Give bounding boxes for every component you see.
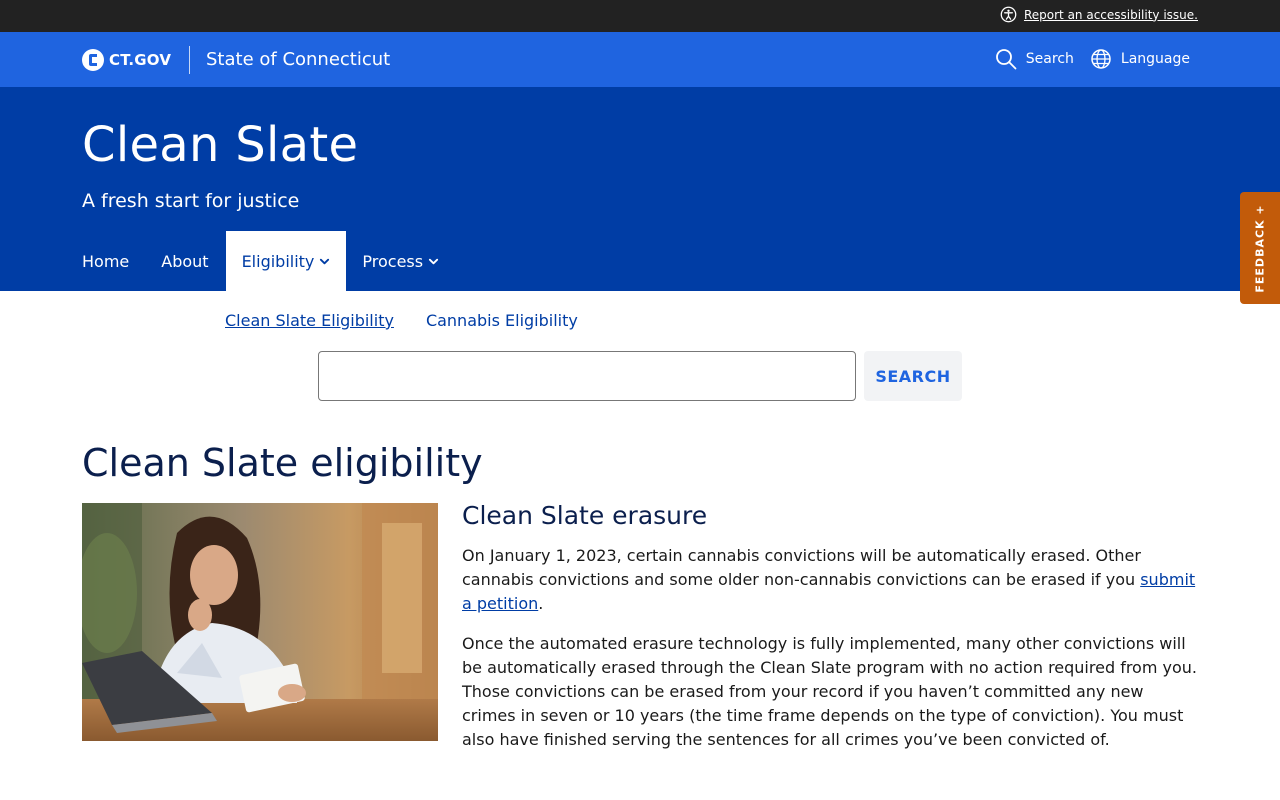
feedback-tab[interactable]: FEEDBACK + (1240, 192, 1280, 304)
site-search-button[interactable]: SEARCH (864, 351, 962, 401)
hero-banner: Clean Slate A fresh start for justice Ho… (0, 87, 1280, 291)
main-nav: Home About Eligibility Process (82, 231, 471, 291)
header-search-label: Search (1025, 51, 1074, 67)
search-icon (995, 49, 1017, 70)
header-search-button[interactable]: Search (995, 48, 1074, 70)
site-search-input[interactable] (318, 351, 856, 401)
nav-item-label: Home (82, 251, 130, 271)
para1-end: . (538, 594, 544, 613)
eligibility-subnav: Clean Slate Eligibility Cannabis Eligibi… (225, 311, 578, 330)
site-subtitle: A fresh start for justice (82, 190, 300, 212)
nav-item-about[interactable]: About (161, 231, 208, 291)
site-title[interactable]: Clean Slate (82, 117, 358, 173)
language-button[interactable]: Language (1090, 48, 1190, 70)
ct-logo-icon (82, 49, 104, 71)
nav-item-label: Process (362, 251, 424, 271)
nav-item-home[interactable]: Home (82, 231, 129, 291)
feedback-label: FEEDBACK + (1253, 203, 1267, 293)
header-divider (189, 46, 190, 74)
utility-bar: Report an accessibility issue. (0, 0, 1280, 32)
accessibility-link[interactable]: Report an accessibility issue. (1000, 6, 1198, 23)
accessibility-icon (1000, 6, 1017, 23)
erasure-paragraph-1: On January 1, 2023, certain cannabis con… (462, 544, 1202, 616)
accessibility-link-label: Report an accessibility issue. (1023, 7, 1198, 22)
chevron-down-icon (429, 258, 439, 264)
gov-header: CT.GOV State of Connecticut Search Langu… (0, 32, 1280, 87)
nav-item-eligibility[interactable]: Eligibility (225, 231, 347, 291)
language-label: Language (1120, 51, 1190, 67)
chevron-down-icon (320, 258, 330, 264)
subnav-item-cannabis-eligibility[interactable]: Cannabis Eligibility (426, 311, 578, 330)
subnav-item-clean-slate-eligibility[interactable]: Clean Slate Eligibility (225, 311, 394, 330)
state-name[interactable]: State of Connecticut (206, 49, 390, 70)
globe-icon (1091, 49, 1111, 69)
nav-item-process[interactable]: Process (362, 231, 439, 291)
ct-gov-logo-text: CT.GOV (109, 51, 172, 69)
section-title: Clean Slate erasure (462, 501, 708, 530)
nav-item-label: About (161, 251, 209, 271)
nav-item-label: Eligibility (241, 251, 315, 271)
page-title: Clean Slate eligibility (82, 441, 483, 485)
erasure-paragraph-2: Once the automated erasure technology is… (462, 634, 1197, 749)
para1-text: On January 1, 2023, certain cannabis con… (462, 546, 1141, 589)
ct-gov-logo[interactable]: CT.GOV (82, 49, 171, 71)
header-tools: Search Language (995, 48, 1190, 70)
woman-reading-document-photo (82, 503, 438, 741)
